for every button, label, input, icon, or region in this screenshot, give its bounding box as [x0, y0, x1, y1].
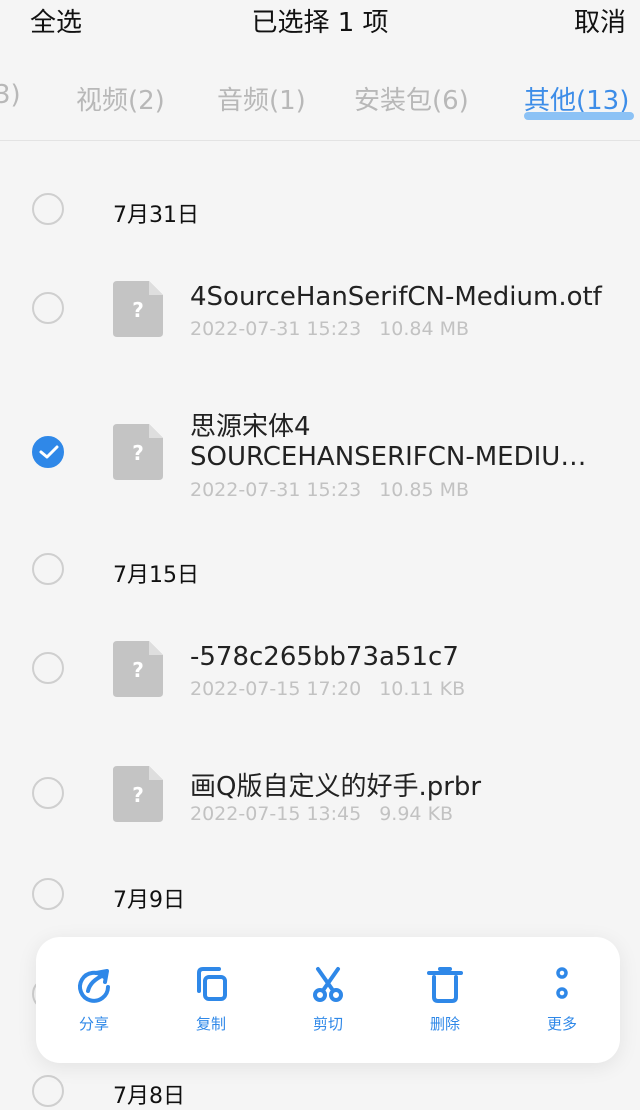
category-tabs: 3) 视频(2) 音频(1) 安装包(6) 其他(13): [0, 62, 640, 141]
svg-text:?: ?: [132, 441, 144, 465]
group-select-radio[interactable]: [32, 553, 64, 585]
share-button[interactable]: 分享: [54, 965, 134, 1034]
file-select-radio[interactable]: [32, 292, 64, 324]
group-select-radio[interactable]: [32, 193, 64, 225]
file-size: 10.85 MB: [379, 479, 470, 501]
tab-video[interactable]: 视频(2): [76, 80, 165, 117]
action-toolbar: 分享 复制 剪切 删除 更多: [36, 937, 620, 1063]
scissors-icon: [313, 967, 343, 1002]
copy-icon: [197, 967, 227, 1001]
select-all-button[interactable]: 全选: [30, 2, 82, 39]
more-label: 更多: [546, 1015, 577, 1033]
cut-label: 剪切: [312, 1015, 343, 1033]
svg-text:?: ?: [132, 658, 144, 682]
file-name[interactable]: 画Q版自定义的好手.prbr: [190, 766, 481, 803]
file-select-radio[interactable]: [32, 652, 64, 684]
copy-label: 复制: [195, 1015, 226, 1033]
file-meta: 2022-07-31 15:23 10.85 MB: [190, 479, 469, 501]
file-size: 9.94 KB: [379, 803, 454, 825]
date-header: 7月8日: [113, 1084, 185, 1109]
group-select-radio[interactable]: [32, 878, 64, 910]
unknown-file-icon: ?: [113, 766, 163, 822]
active-tab-indicator: [524, 112, 634, 120]
check-icon: [39, 445, 59, 459]
tab-audio[interactable]: 音频(1): [217, 80, 306, 117]
group-select-radio[interactable]: [32, 1075, 64, 1107]
file-date: 2022-07-15 17:20: [190, 678, 362, 700]
file-size: 10.84 MB: [379, 318, 470, 340]
delete-button[interactable]: 删除: [405, 965, 485, 1034]
more-button[interactable]: 更多: [522, 965, 602, 1034]
unknown-file-icon: ?: [113, 641, 163, 697]
cancel-button[interactable]: 取消: [574, 2, 626, 39]
page-title: 已选择 1 项: [251, 8, 389, 38]
file-name[interactable]: 4SourceHanSerifCN-Medium.otf: [190, 282, 602, 312]
trash-icon: [427, 967, 463, 1003]
file-date: 2022-07-15 13:45: [190, 803, 362, 825]
file-meta: 2022-07-31 15:23 10.84 MB: [190, 318, 469, 340]
file-select-radio[interactable]: [32, 777, 64, 809]
tab-packages[interactable]: 安装包(6): [354, 80, 469, 117]
file-select-radio-checked[interactable]: [32, 436, 64, 468]
file-name[interactable]: -578c265bb73a51c7: [190, 642, 459, 672]
svg-text:?: ?: [132, 298, 144, 322]
date-header: 7月31日: [113, 203, 199, 228]
file-meta: 2022-07-15 13:45 9.94 KB: [190, 803, 453, 825]
unknown-file-icon: ?: [113, 424, 163, 480]
file-name-line2[interactable]: SOURCEHANSERIFCN-MEDIU…: [190, 442, 640, 472]
date-header: 7月15日: [113, 563, 199, 588]
date-header: 7月9日: [113, 888, 185, 913]
unknown-file-icon: ?: [113, 281, 163, 337]
copy-button[interactable]: 复制: [171, 965, 251, 1034]
top-bar: 已选择 1 项 全选 取消: [0, 0, 640, 40]
svg-text:?: ?: [132, 783, 144, 807]
file-date: 2022-07-31 15:23: [190, 479, 362, 501]
file-size: 10.11 KB: [379, 678, 466, 700]
file-meta: 2022-07-15 17:20 10.11 KB: [190, 678, 465, 700]
delete-label: 删除: [429, 1015, 460, 1033]
file-name-line1[interactable]: 思源宋体4: [190, 406, 311, 443]
tab-documents[interactable]: 3): [0, 80, 21, 110]
file-date: 2022-07-31 15:23: [190, 318, 362, 340]
more-icon: [556, 967, 568, 999]
share-icon: [78, 969, 110, 1003]
share-label: 分享: [78, 1015, 109, 1033]
cut-button[interactable]: 剪切: [288, 965, 368, 1034]
